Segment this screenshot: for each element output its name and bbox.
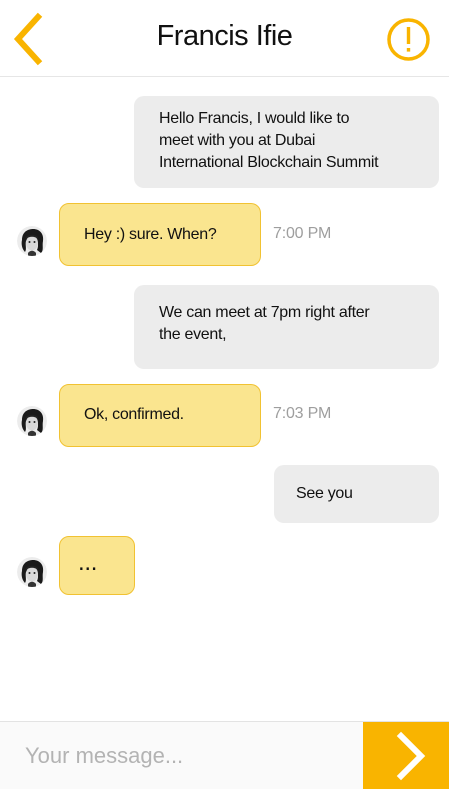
info-button[interactable]: [386, 17, 431, 62]
message-line: We can meet at 7pm right after: [159, 304, 370, 321]
incoming-message: Ok, confirmed.: [59, 384, 261, 447]
chat-header: Francis Ifie: [0, 0, 449, 77]
send-button[interactable]: [363, 722, 449, 789]
exclamation-circle-icon: [387, 18, 430, 61]
chevron-right-icon: [396, 731, 426, 781]
message-timestamp: 7:00 PM: [273, 225, 332, 242]
page-title: Francis Ifie: [156, 20, 293, 52]
avatar[interactable]: [17, 557, 47, 587]
typing-indicator: ...: [59, 536, 135, 595]
avatar[interactable]: [17, 406, 47, 436]
message-line: meet with you at Dubai: [159, 132, 316, 149]
message-text: ...: [78, 549, 98, 576]
message-line: International Blockchain Summit: [159, 154, 379, 171]
message-text: See you: [296, 485, 353, 502]
outgoing-message: We can meet at 7pm right after the event…: [134, 285, 439, 369]
chat-screen: Francis Ifie Hello Francis, I would like…: [0, 0, 449, 789]
outgoing-message: Hello Francis, I would like to meet with…: [134, 96, 439, 188]
outgoing-message: See you: [274, 465, 439, 523]
message-composer: [0, 721, 449, 789]
message-timestamp: 7:03 PM: [273, 405, 332, 422]
avatar[interactable]: [17, 226, 47, 256]
message-text: Ok, confirmed.: [84, 406, 184, 423]
message-line: the event,: [159, 326, 227, 343]
message-line: Hello Francis, I would like to: [159, 110, 350, 127]
message-text: Hey :) sure. When?: [84, 226, 217, 243]
incoming-message: Hey :) sure. When?: [59, 203, 261, 266]
message-input[interactable]: [0, 722, 363, 789]
